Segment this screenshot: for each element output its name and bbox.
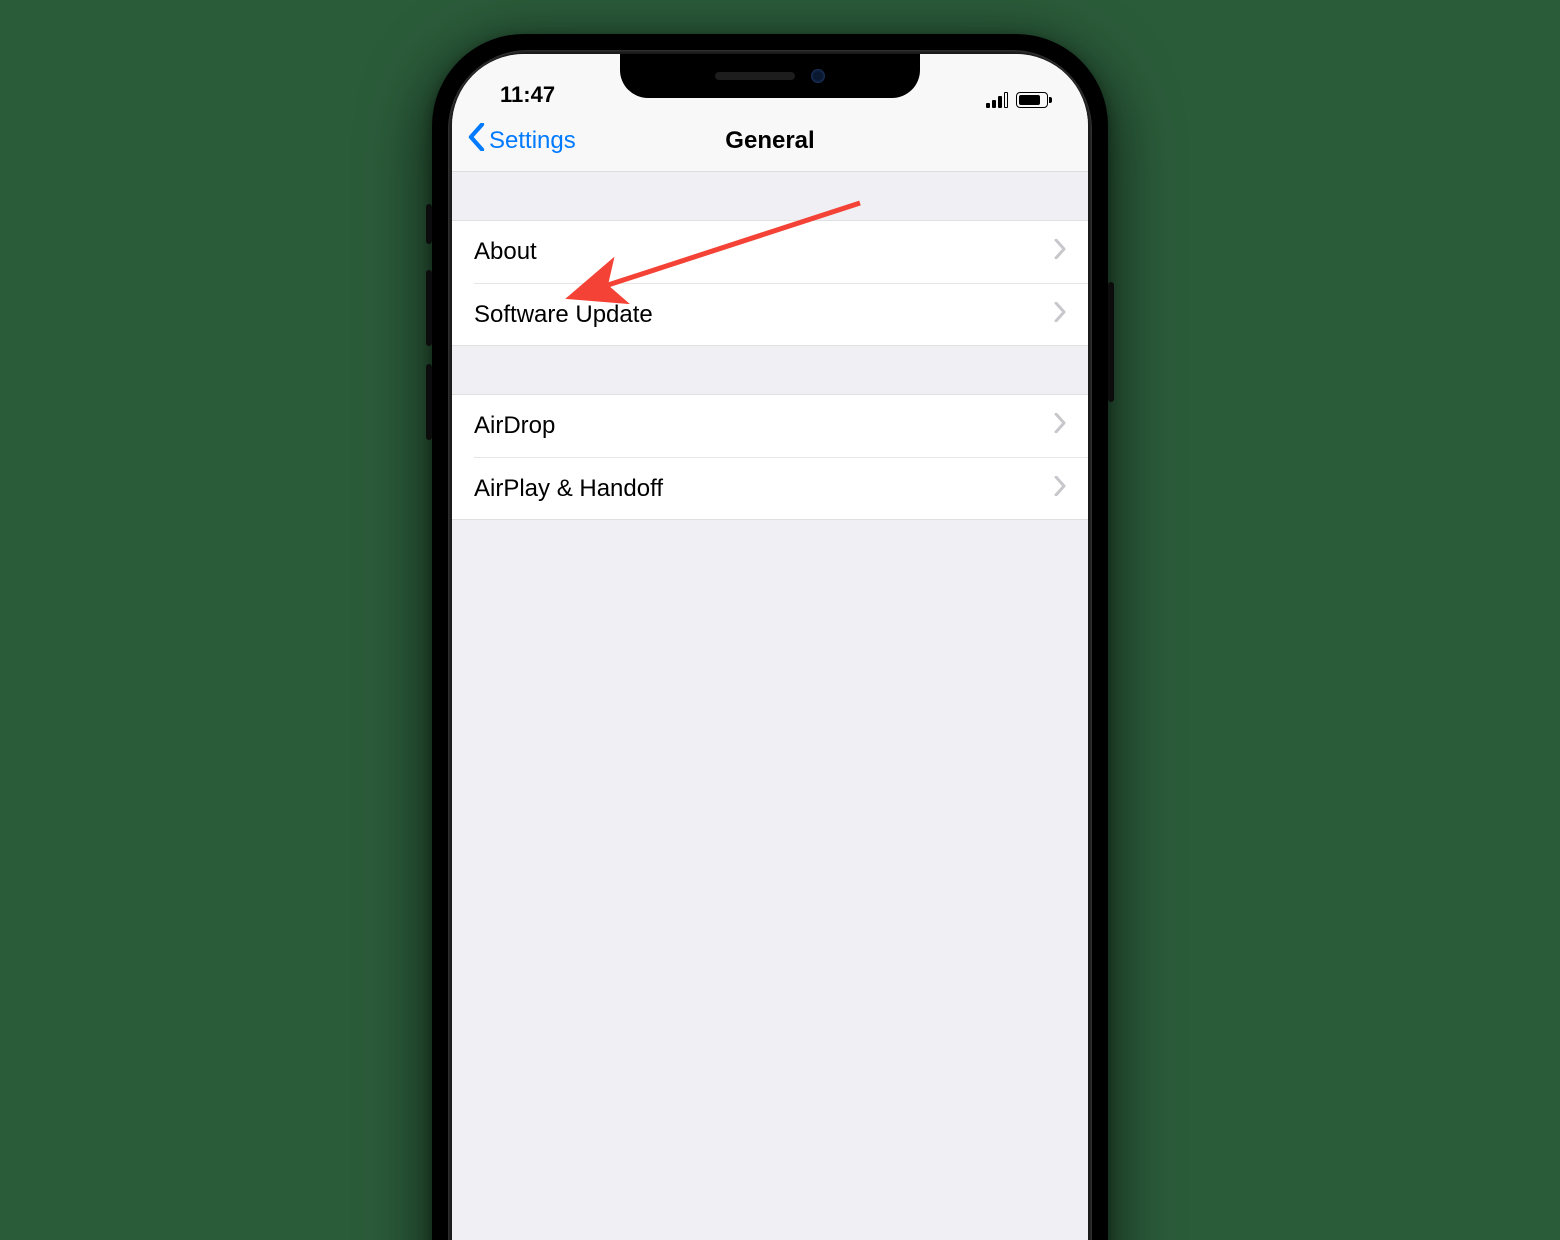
back-button[interactable]: Settings [452, 123, 576, 158]
row-label: Software Update [474, 301, 653, 329]
battery-icon [1016, 92, 1048, 108]
row-label: AirDrop [474, 412, 555, 440]
navigation-bar: Settings General [452, 110, 1088, 172]
chevron-right-icon [1054, 238, 1066, 266]
side-button[interactable] [1108, 282, 1114, 402]
front-camera [811, 69, 825, 83]
row-airplay-handoff[interactable]: AirPlay & Handoff [474, 457, 1088, 519]
notch [620, 54, 920, 98]
volume-up-button[interactable] [426, 270, 432, 346]
cellular-signal-icon [986, 92, 1008, 108]
chevron-left-icon [468, 123, 485, 158]
row-label: About [474, 238, 537, 266]
mute-switch[interactable] [426, 204, 432, 244]
row-software-update[interactable]: Software Update [474, 283, 1088, 345]
phone-screen: 11:47 Settings General [452, 54, 1088, 1240]
settings-group: AirDrop AirPlay & Handoff [452, 394, 1088, 520]
phone-frame: 11:47 Settings General [432, 34, 1108, 1240]
chevron-right-icon [1054, 412, 1066, 440]
phone-bezel: 11:47 Settings General [448, 50, 1092, 1240]
earpiece-speaker [715, 72, 795, 80]
back-button-label: Settings [489, 127, 576, 155]
chevron-right-icon [1054, 475, 1066, 503]
row-label: AirPlay & Handoff [474, 475, 663, 503]
settings-group: About Software Update [452, 220, 1088, 346]
section-spacer [452, 346, 1088, 394]
status-time: 11:47 [486, 82, 555, 108]
volume-down-button[interactable] [426, 364, 432, 440]
section-spacer [452, 172, 1088, 220]
row-airdrop[interactable]: AirDrop [452, 395, 1088, 457]
chevron-right-icon [1054, 301, 1066, 329]
row-about[interactable]: About [452, 221, 1088, 283]
